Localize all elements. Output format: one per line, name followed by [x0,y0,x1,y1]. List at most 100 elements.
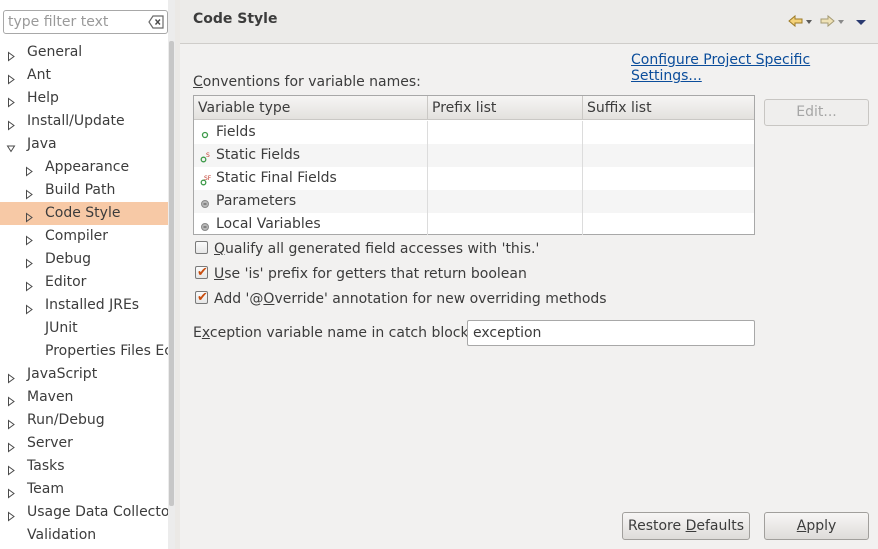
collapsed-arrow-icon[interactable] [6,70,16,85]
tree-item-label: Compiler [45,228,109,244]
field-icon [199,126,211,139]
history-navigation [788,14,868,32]
tree-item-compiler[interactable]: Compiler [0,225,168,248]
tree-item-server[interactable]: Server [0,432,168,455]
variable-type-cell: Fields [216,124,256,140]
tree-item-label: Properties Files Ec [45,343,168,359]
configure-project-settings-link[interactable]: Configure Project Specific Settings... [631,52,878,84]
tree-item-label: Appearance [45,159,130,175]
table-row[interactable]: Fields [194,121,754,144]
tree-item-ant[interactable]: Ant [0,64,168,87]
collapsed-arrow-icon[interactable] [24,162,34,177]
tree-item-label: Debug [45,251,92,267]
tree-item-team[interactable]: Team [0,478,168,501]
restore-defaults-label: Restore Defaults [627,518,745,534]
column-prefix-list[interactable]: Prefix list [427,96,582,120]
tree-item-label: JUnit [45,320,78,336]
tree-item-general[interactable]: General [0,41,168,64]
conventions-label: Conventions for variable names: [193,74,421,90]
local-variable-icon [199,218,211,231]
mnemonic: C [193,74,203,90]
tree-scrollbar[interactable] [168,0,175,549]
tree-item-tasks[interactable]: Tasks [0,455,168,478]
mnemonic: U [214,266,225,282]
collapsed-arrow-icon[interactable] [6,392,16,407]
tree-item-java[interactable]: Java [0,133,168,156]
collapsed-arrow-icon[interactable] [24,185,34,200]
collapsed-arrow-icon[interactable] [6,461,16,476]
variable-conventions-table[interactable]: Variable type Prefix list Suffix list Fi… [193,95,755,235]
expanded-arrow-icon[interactable] [6,139,16,153]
collapsed-arrow-icon[interactable] [24,208,34,223]
table-row[interactable]: Parameters [194,190,754,213]
collapsed-arrow-icon[interactable] [24,277,34,292]
table-row[interactable]: SF Static Final Fields [194,167,754,190]
tree-item-build-path[interactable]: Build Path [0,179,168,202]
column-variable-type[interactable]: Variable type [194,96,427,120]
mnemonic: O [263,291,275,307]
checkbox-box[interactable] [195,241,208,254]
static-field-icon: S [199,149,211,163]
collapsed-arrow-icon[interactable] [6,415,16,430]
restore-defaults-button[interactable]: Restore Defaults [622,512,750,540]
checkbox-box[interactable]: ✔ [195,265,208,280]
tree-item-editor[interactable]: Editor [0,271,168,294]
tree-item-usage-data-collector[interactable]: Usage Data Collector [0,501,168,524]
tree-item-validation[interactable]: Validation [0,524,168,547]
tree-item-label: Ant [27,67,51,83]
view-menu-icon[interactable] [854,14,868,34]
tree-item-maven[interactable]: Maven [0,386,168,409]
pane-divider[interactable] [175,0,180,549]
tree-item-debug[interactable]: Debug [0,248,168,271]
table-row[interactable]: S Static Fields [194,144,754,167]
collapsed-arrow-icon[interactable] [24,254,34,269]
tree-item-run-debug[interactable]: Run/Debug [0,409,168,432]
column-divider [582,121,583,235]
mnemonic: D [685,518,697,534]
back-arrow-icon[interactable] [788,14,814,34]
collapsed-arrow-icon[interactable] [6,47,16,62]
collapsed-arrow-icon[interactable] [6,93,16,108]
column-suffix-list[interactable]: Suffix list [582,96,754,120]
tree-item-label: Help [27,90,59,106]
preference-tree[interactable]: General Ant Help Install/Update Java Appearan… [0,41,168,547]
collapsed-arrow-icon[interactable] [6,116,16,131]
tree-item-code-style[interactable]: Code Style [0,202,168,225]
page-title: Code Style [193,11,278,27]
tree-item-javascript[interactable]: JavaScript [0,363,168,386]
tree-item-label: Server [27,435,73,451]
collapsed-arrow-icon[interactable] [6,507,16,522]
tree-item-junit[interactable]: JUnit [0,317,168,340]
tree-item-help[interactable]: Help [0,87,168,110]
checkbox-box[interactable]: ✔ [195,290,208,305]
collapsed-arrow-icon[interactable] [6,438,16,453]
parameter-icon [199,195,211,208]
exception-name-input[interactable] [467,320,755,346]
collapsed-arrow-icon[interactable] [24,300,34,315]
collapsed-arrow-icon[interactable] [24,231,34,246]
collapsed-arrow-icon[interactable] [6,484,16,499]
tree-item-label: Java [27,136,57,152]
tree-item-label: Code Style [45,205,121,221]
table-row[interactable]: Local Variables [194,213,754,236]
exception-label-text: Exception variable name in catch blocks: [193,325,481,341]
tree-item-installed-jres[interactable]: Installed JREs [0,294,168,317]
tree-item-label: Maven [27,389,74,405]
tree-item-appearance[interactable]: Appearance [0,156,168,179]
forward-arrow-icon[interactable] [820,14,846,34]
mnemonic: x [201,325,210,341]
tree-item-label: Build Path [45,182,116,198]
tree-item-label: Run/Debug [27,412,105,428]
apply-button[interactable]: Apply [764,512,869,540]
tree-item-properties-files-ec[interactable]: Properties Files Ec [0,340,168,363]
svg-text:SF: SF [204,175,211,182]
filter-input[interactable] [8,13,144,31]
filter-field[interactable] [3,10,168,34]
collapsed-arrow-icon[interactable] [6,369,16,384]
edit-button[interactable]: Edit... [764,99,869,126]
scrollbar-thumb[interactable] [169,41,174,506]
tree-item-label: Validation [27,527,97,543]
tree-item-install-update[interactable]: Install/Update [0,110,168,133]
variable-type-cell: Static Fields [216,147,301,163]
clear-filter-icon[interactable] [148,15,164,29]
